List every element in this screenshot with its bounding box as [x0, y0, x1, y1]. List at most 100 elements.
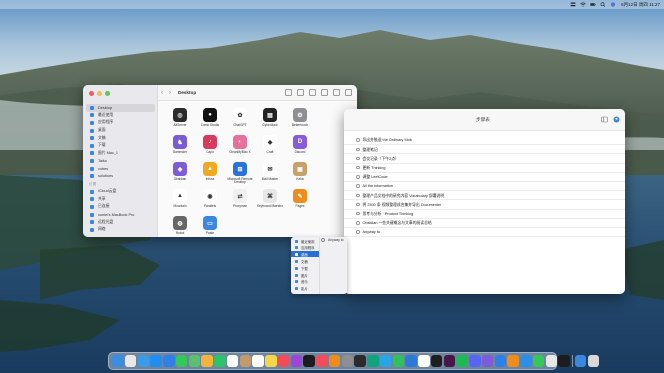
checkbox-icon[interactable]: [356, 221, 360, 225]
app-icon-item[interactable]: ◆ Obsidian: [165, 162, 195, 181]
app-icon-item[interactable]: ⌘ Keyboard Maestro: [255, 189, 285, 208]
checkbox-icon[interactable]: [356, 147, 360, 152]
popover-item[interactable]: 文稿: [291, 257, 319, 264]
popover-side-item[interactable]: Anyway to: [321, 238, 344, 242]
preview-icon[interactable]: [545, 355, 557, 367]
checkbox-icon[interactable]: [356, 230, 360, 234]
app-icon-item[interactable]: ♪ Capo: [195, 135, 225, 154]
app-icon-item[interactable]: ✿ ChatGPT: [225, 108, 255, 127]
app-icon-item[interactable]: ▲ Infuse: [195, 162, 225, 181]
finder-icon[interactable]: [112, 355, 124, 367]
forward-button[interactable]: ›: [166, 89, 174, 97]
battery-icon[interactable]: [590, 2, 596, 7]
news-icon[interactable]: [316, 355, 328, 367]
share-icon[interactable]: [309, 89, 316, 96]
popover-item[interactable]: 最近使用: [291, 237, 319, 244]
app-icon-item[interactable]: ▭ Paste: [195, 216, 225, 235]
facetime-icon[interactable]: [214, 355, 226, 367]
sidebar-item[interactable]: 共享: [83, 196, 158, 204]
sidebar-item[interactable]: iCloud云盘: [83, 188, 158, 196]
checkbox-icon[interactable]: [356, 193, 360, 198]
search-icon[interactable]: [600, 2, 606, 7]
zoom-button[interactable]: [105, 91, 110, 96]
chatgpt-icon[interactable]: [367, 355, 379, 367]
vscode-icon[interactable]: [405, 355, 417, 367]
document-title[interactable]: 步骤表: [476, 117, 490, 123]
notes-icon[interactable]: [265, 355, 277, 367]
sidebar-item[interactable]: 应用程序: [83, 119, 158, 127]
search-icon[interactable]: [345, 89, 352, 96]
calendar-icon[interactable]: [226, 355, 239, 367]
wechat-icon[interactable]: [392, 355, 404, 367]
checkbox-icon[interactable]: [356, 165, 360, 170]
document-line[interactable]: 调整 LeetCode: [344, 173, 625, 182]
pages-icon[interactable]: [507, 355, 519, 367]
popover-item[interactable]: 图片: [291, 271, 319, 278]
photos-icon[interactable]: [201, 355, 213, 367]
sidebar-item[interactable]: 图片 Mac_1: [83, 150, 158, 158]
document-line[interactable]: Obsidian 一些关键概念与文章的阅读总结: [344, 219, 625, 228]
app-icon-item[interactable]: ◐ CleanMyMac X: [225, 135, 255, 154]
xcode-icon[interactable]: [494, 355, 506, 367]
app-icon-item[interactable]: ◎ AltServer: [165, 108, 195, 127]
launchpad-icon[interactable]: [124, 355, 137, 367]
sidebar-item[interactable]: 远程光盘: [83, 218, 158, 226]
app-icon-item[interactable]: ⇄ Proxyman: [225, 189, 255, 208]
siri-icon[interactable]: [610, 2, 616, 7]
music-icon[interactable]: [277, 355, 290, 367]
app-icon-item[interactable]: ▣ Keka: [285, 162, 315, 181]
document-line[interactable]: 整理产品文档中的研究内容 Vocabulary 部署说明: [344, 191, 625, 201]
minimize-button[interactable]: [97, 91, 102, 96]
sidebar-item[interactable]: 下载: [83, 142, 158, 150]
menubar-clock[interactable]: 6月12日 周四 11:27: [621, 2, 660, 8]
obsidian-icon[interactable]: [481, 355, 494, 367]
checkbox-icon[interactable]: [356, 156, 360, 161]
document-line[interactable]: Anyway to: [344, 228, 625, 238]
downloads-stack-icon[interactable]: [574, 355, 587, 367]
document-line[interactable]: 导出并推送 the Ordinary Mob: [344, 136, 625, 146]
document-line[interactable]: 将 2500 条 视频整理成合集并导出 Documenter: [344, 200, 625, 210]
tag-icon[interactable]: [321, 89, 328, 96]
activity-monitor-icon[interactable]: [558, 355, 570, 367]
document-line[interactable]: 会议记录（下午2点）: [344, 154, 625, 164]
app-icon-item[interactable]: D Discord: [285, 135, 315, 154]
document-line[interactable]: All the information: [344, 182, 625, 192]
popover-item[interactable]: 桌面: [291, 250, 319, 258]
wifi-icon[interactable]: [580, 2, 586, 7]
sidebar-item[interactable]: cubes: [83, 165, 158, 173]
document-line[interactable]: 更新 Thinking: [344, 164, 625, 173]
figma-icon[interactable]: [430, 355, 443, 367]
system-preferences-icon[interactable]: [341, 355, 353, 367]
app-icon-item[interactable]: ▤ Cyberduck: [255, 108, 285, 127]
sidebar-item[interactable]: solutions: [83, 172, 158, 180]
group-icon[interactable]: [297, 89, 304, 96]
sidebar-toggle-icon[interactable]: [601, 116, 608, 123]
sidebar-item[interactable]: xunlei's MacBook Pro: [83, 211, 158, 219]
app-icon-item[interactable]: ▲ Mountain: [165, 189, 195, 208]
checkbox-icon[interactable]: [356, 202, 360, 207]
terminal-icon[interactable]: [354, 355, 366, 367]
checkbox-icon[interactable]: [356, 175, 360, 179]
numbers-icon[interactable]: [532, 355, 545, 367]
account-icon[interactable]: [613, 116, 620, 123]
safari-icon[interactable]: [137, 355, 149, 367]
checkbox-icon[interactable]: [356, 138, 360, 142]
sidebar-item[interactable]: 网络: [83, 226, 158, 234]
slack-icon[interactable]: [443, 355, 455, 367]
app-icon-item[interactable]: ✉ Mail Master: [255, 162, 285, 181]
notion-icon[interactable]: [418, 355, 430, 367]
more-icon[interactable]: [333, 89, 340, 96]
spotify-icon[interactable]: [456, 355, 468, 367]
discord-icon[interactable]: [469, 355, 481, 367]
keynote-icon[interactable]: [520, 355, 532, 367]
podcasts-icon[interactable]: [290, 355, 302, 367]
app-store-icon[interactable]: [150, 355, 162, 367]
sidebar-item[interactable]: 已连接: [83, 203, 158, 211]
checkbox-icon[interactable]: [356, 211, 360, 216]
sidebar-item[interactable]: 桌面: [83, 127, 158, 135]
app-icon-item[interactable]: ◉ Parallels: [195, 189, 225, 208]
document-line[interactable]: 整理笔记: [344, 145, 625, 155]
app-icon-item[interactable]: ● Camo Studio: [195, 108, 225, 127]
popover-item[interactable]: 音乐: [291, 278, 319, 285]
contacts-icon[interactable]: [239, 355, 251, 367]
